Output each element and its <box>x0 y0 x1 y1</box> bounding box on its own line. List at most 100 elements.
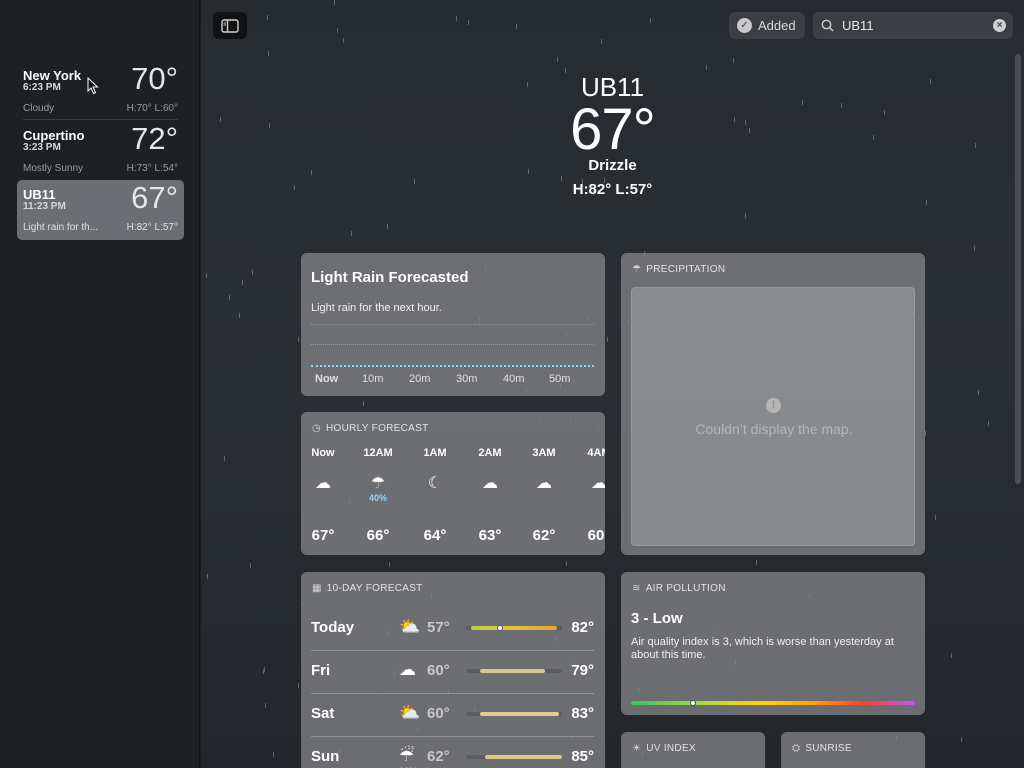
temp-range-bar <box>466 755 562 759</box>
raindrop <box>706 65 707 70</box>
ten-day-forecast-card[interactable]: ▦ 10-DAY FORECAST Today ⛅ 57° 82° Fri ☁ 60° 79°… <box>301 572 605 768</box>
raindrop <box>468 20 469 25</box>
hour-temp: 63° <box>478 527 502 544</box>
high-low: H:82° L:57° <box>572 181 653 198</box>
partly-cloudy-night-icon: ☁ <box>315 475 331 492</box>
high-temp: 85° <box>571 748 594 765</box>
air-pollution-card[interactable]: ≋ AIR POLLUTION 3 - Low Air quality inde… <box>621 572 925 715</box>
hour-label: 2AM <box>478 447 502 459</box>
raindrop <box>351 231 352 236</box>
partly-sunny-icon: ⛅ <box>399 703 421 722</box>
precip-chance: 40% <box>368 493 387 503</box>
warning-icon: ! <box>766 398 781 413</box>
rain-cloud-icon: ☔ <box>399 746 415 765</box>
hour-temp: 67° <box>311 527 335 544</box>
divider <box>23 119 178 120</box>
temp-range-bar <box>466 669 562 673</box>
temp-range-bar <box>466 712 562 716</box>
day-label: Fri <box>311 662 331 679</box>
temp-range-fill <box>470 626 558 630</box>
raindrop <box>250 563 251 568</box>
raindrop <box>206 273 207 278</box>
hour-label: 3AM <box>532 447 556 459</box>
raindrop <box>733 58 734 63</box>
clear-search-icon[interactable]: × <box>993 19 1006 32</box>
low-temp: 57° <box>427 619 450 636</box>
raindrop <box>264 667 265 672</box>
hour-temp: 62° <box>532 527 556 544</box>
air-quality-value: 3 - Low <box>631 610 683 627</box>
hour-column: 4AM ☁ 60° <box>579 447 605 544</box>
day-row[interactable]: Fri ☁ 60° 79° <box>311 650 594 693</box>
hour-column: 2AM ☁ 63° <box>470 447 510 544</box>
hour-label: 1AM <box>423 447 447 459</box>
sidebar-item-new-york[interactable]: New York 6:23 PM 70° Cloudy H:70° L:60° <box>17 61 184 121</box>
search-field[interactable]: UB11 × <box>813 12 1013 39</box>
sidebar-item-ub11[interactable]: UB11 11:23 PM 67° Light rain for th... H… <box>17 180 184 240</box>
sunrise-header: ⛭ SUNRISE <box>792 743 852 754</box>
hour-label: 4AM <box>587 447 605 459</box>
air-quality-scale <box>631 701 915 705</box>
precipitation-card[interactable]: ☂ PRECIPITATION ! Couldn’t display the m… <box>621 253 925 555</box>
cloud-icon: ☁ <box>591 475 605 492</box>
hourly-forecast-card[interactable]: ◷ HOURLY FORECAST Now ☁ 67° 12AM ☂ 40% 66° 1AM ☾… <box>301 412 605 555</box>
current-temp-indicator <box>496 625 503 631</box>
city-name: UB11 <box>23 187 56 202</box>
day-label: Sun <box>311 748 340 765</box>
hour-temp: 64° <box>423 527 447 544</box>
precipitation-header: ☂ PRECIPITATION <box>632 264 725 275</box>
uv-index-card[interactable]: ☀ UV INDEX <box>621 732 765 768</box>
rain-forecast-card[interactable]: Light Rain Forecasted Light rain for the… <box>301 253 605 396</box>
raindrop <box>988 421 989 426</box>
rain-forecast-subtitle: Light rain for the next hour. <box>311 302 442 314</box>
hour-column: 3AM ☁ 62° <box>524 447 564 544</box>
hour-label: Now <box>311 447 335 459</box>
raindrop <box>239 313 240 318</box>
city-time: 6:23 PM <box>23 82 61 93</box>
search-input[interactable]: UB11 <box>842 18 874 33</box>
raindrop <box>607 337 608 342</box>
partly-cloudy-night-icon: ☁ <box>536 475 552 492</box>
raindrop <box>516 24 517 29</box>
raindrop <box>337 28 338 33</box>
precipitation-header-label: PRECIPITATION <box>646 264 726 275</box>
sunrise-card[interactable]: ⛭ SUNRISE <box>781 732 925 768</box>
low-temp: 62° <box>427 748 450 765</box>
raindrop <box>650 18 651 23</box>
raindrop <box>298 337 299 342</box>
hour-column: 1AM ☾ 64° <box>415 447 455 544</box>
hour-temp: 66° <box>366 527 390 544</box>
tick-label: 30m <box>456 373 478 385</box>
raindrop <box>273 752 274 757</box>
sidebar: New York 6:23 PM 70° Cloudy H:70° L:60° … <box>0 0 200 768</box>
sunrise-header-label: SUNRISE <box>805 743 852 754</box>
air-quality-description: Air quality index is 3, which is worse t… <box>631 636 894 661</box>
tick-label: 40m <box>503 373 525 385</box>
raindrop <box>925 431 926 436</box>
sidebar-toggle-button[interactable] <box>213 12 247 39</box>
raindrop <box>456 16 457 21</box>
raindrop <box>229 295 230 300</box>
sidebar-item-cupertino[interactable]: Cupertino 3:23 PM 72° Mostly Sunny H:73°… <box>17 121 184 181</box>
raindrop <box>974 246 975 251</box>
raindrop <box>557 57 558 62</box>
sun-icon: ☀ <box>632 743 642 754</box>
rain-forecast-title: Light Rain Forecasted <box>311 269 469 286</box>
tick-label: 20m <box>409 373 431 385</box>
high-temp: 79° <box>571 662 594 679</box>
day-row[interactable]: Sat ⛅ 60° 83° <box>311 693 594 736</box>
raindrop <box>566 561 567 566</box>
current-temperature: 67° <box>570 97 656 162</box>
raindrop <box>343 38 344 43</box>
partly-cloudy-night-icon: ☁ <box>482 475 498 492</box>
raindrop <box>207 574 208 579</box>
tick-label: 10m <box>362 373 384 385</box>
air-pollution-header: ≋ AIR POLLUTION <box>632 583 726 594</box>
day-row[interactable]: Sun☔30%62°85° <box>311 736 594 768</box>
day-label: Sat <box>311 705 335 722</box>
raindrop <box>267 15 268 20</box>
day-row[interactable]: Today ⛅ 57° 82° <box>311 607 594 650</box>
added-button[interactable]: ✓ Added <box>729 12 805 39</box>
precipitation-map[interactable]: ! Couldn’t display the map. <box>631 287 915 546</box>
ten-day-header: ▦ 10-DAY FORECAST <box>312 583 423 594</box>
